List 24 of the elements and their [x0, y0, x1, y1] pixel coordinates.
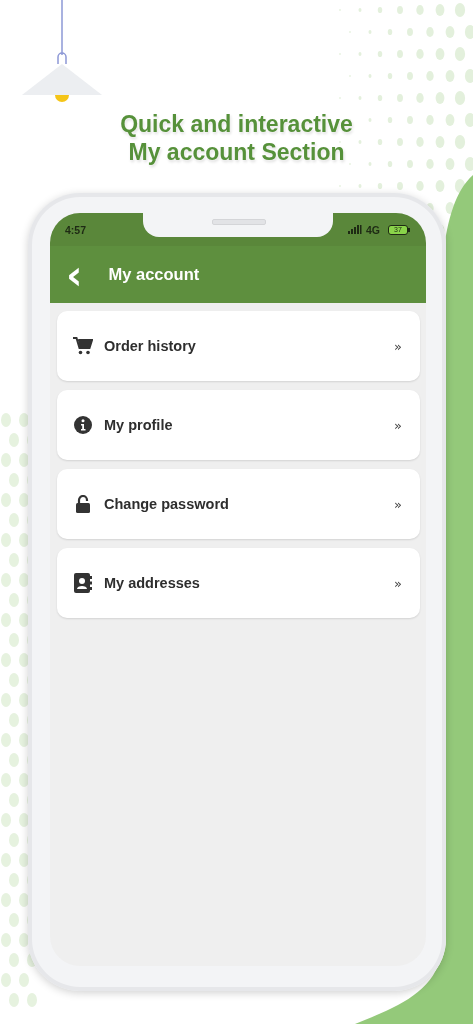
speaker-grille [212, 219, 266, 225]
contact-book-icon [74, 573, 92, 593]
network-label: 4G [366, 223, 380, 236]
headline: My account Section [128, 138, 345, 166]
menu-item[interactable]: My addresses » [57, 548, 420, 618]
unlocked-padlock-icon [76, 495, 90, 513]
chevron-icon: » [394, 575, 402, 591]
header-title: My account [108, 265, 200, 284]
chevron-icon: » [394, 417, 402, 433]
cart-icon [73, 337, 93, 355]
menu-item-label: My addresses [104, 575, 201, 591]
chevron-icon: » [394, 338, 402, 354]
menu-item-label: My profile [104, 417, 174, 433]
menu-item-label: Change password [104, 496, 230, 512]
back-button[interactable]: ‹ [66, 254, 83, 295]
signal-icon [348, 225, 362, 234]
menu-item[interactable]: My profile » [57, 390, 420, 460]
chevron-icon: » [394, 496, 402, 512]
menu-item-label: Order history [104, 338, 197, 354]
menu-item[interactable]: Change password » [57, 469, 420, 539]
status-time: 4:57 [65, 223, 86, 236]
headline: Quick and interactive [120, 110, 353, 138]
info-icon [74, 416, 92, 434]
menu-item[interactable]: Order history » [57, 311, 420, 381]
